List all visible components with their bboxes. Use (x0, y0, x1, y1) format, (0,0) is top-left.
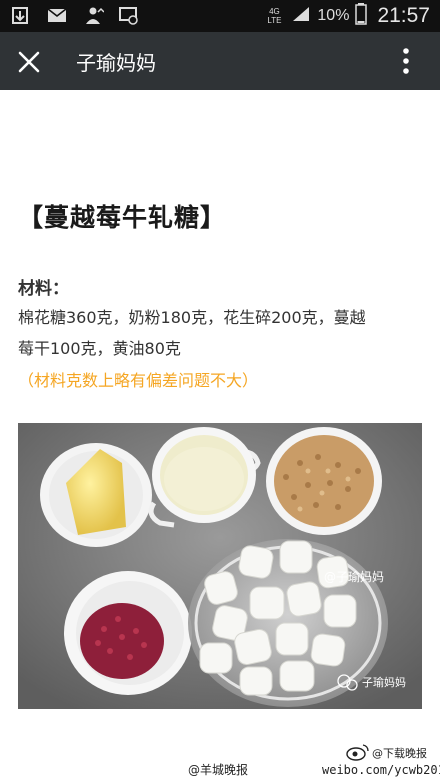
battery-icon (355, 2, 368, 30)
clock: 21:57 (377, 4, 430, 27)
screen-mirror-icon (118, 6, 140, 26)
close-icon (18, 51, 40, 73)
more-menu-button[interactable] (394, 46, 418, 76)
photo-watermark-1: @子瑜妈妈 (324, 569, 384, 584)
notification-icons (10, 6, 140, 26)
app-bar: 子瑜妈妈 (0, 32, 440, 90)
article-content: 【蔓越莓牛轧糖】 材料： 棉花糖360克，奶粉180克，花生碎200克，蔓越 莓… (0, 90, 440, 782)
butter-bowl (40, 443, 152, 547)
materials-text-line1: 棉花糖360克，奶粉180克，花生碎200克，蔓越 (18, 308, 366, 327)
watermark-name: @下载晚报 (372, 747, 427, 760)
ingredients-photo[interactable]: @子瑜妈妈 子瑜妈妈 (18, 423, 422, 709)
photo-watermark-2: 子瑜妈妈 (362, 675, 406, 689)
app-title: 子瑜妈妈 (76, 51, 156, 75)
article-title: 【蔓越莓牛轧糖】 (18, 203, 227, 232)
marshmallow-bowl (188, 539, 388, 707)
materials-text-line2: 莓干100克，黄油80克 (18, 339, 181, 358)
battery-percent: 10% (317, 7, 350, 24)
more-vert-icon (403, 48, 409, 74)
signal-icon (291, 5, 311, 28)
weibo-icon (346, 743, 370, 765)
watermark-paper: @羊城晚报 (188, 763, 249, 777)
mail-icon (46, 6, 68, 26)
materials-note: （材料克数上略有偏差问题不大） (18, 371, 259, 390)
status-bar: 4G LTE 10% 21:57 (0, 0, 440, 32)
footer-watermark: @下载晚报 weibo.com/ycwb2010 @羊城晚报 (0, 743, 440, 782)
download-icon (10, 6, 32, 26)
network-type-label: 4G LTE (267, 7, 282, 25)
materials-label: 材料： (18, 279, 69, 299)
cranberry-bowl (64, 571, 192, 695)
close-button[interactable] (16, 49, 42, 75)
user-upload-icon (82, 6, 105, 26)
watermark-url: weibo.com/ycwb2010 (322, 763, 440, 777)
peanuts-bowl (266, 427, 382, 535)
